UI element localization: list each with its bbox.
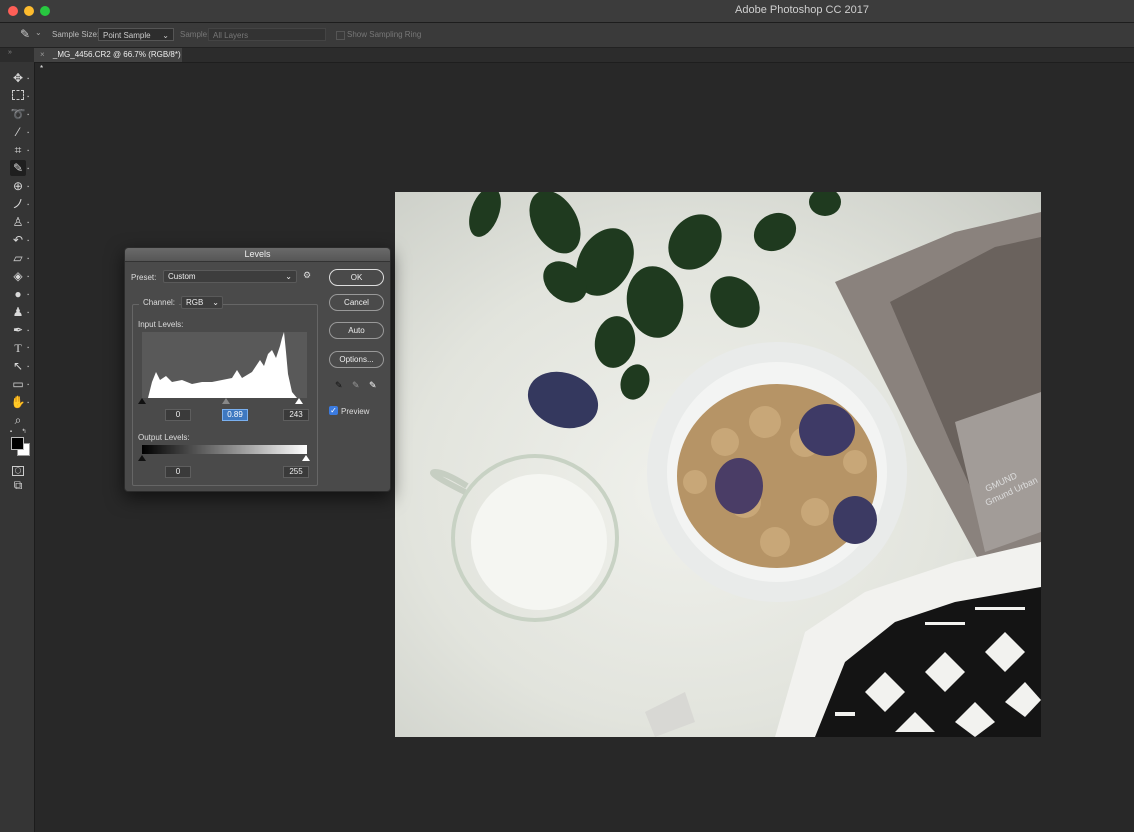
show-sampling-ring-checkbox[interactable]: [336, 31, 345, 40]
magic-wand-icon[interactable]: ⁄ ▪: [10, 124, 29, 140]
tools-panel: ✥ ▪ ▪ ➰ ▪ ⁄ ▪ ⌗ ▪ ✎ ▪ ⊕ ▪ ノ ▪ ♙ ▪ ↶ ▪ ▱ ▪ ◈ ▪ ● ▪ ♟ ▪…: [0, 62, 35, 832]
chevron-down-icon: ⌄: [212, 298, 219, 307]
close-tab-icon[interactable]: ×: [40, 50, 45, 59]
output-white-slider[interactable]: [302, 455, 310, 461]
blur-icon[interactable]: ● ▪: [10, 286, 29, 302]
quick-mask-icon[interactable]: ◯: [10, 460, 26, 476]
chevron-down-icon: ⌄: [162, 31, 169, 40]
document-tab-label: _MG_4456.CR2 @ 66.7% (RGB/8*) *: [40, 50, 181, 73]
paint-bucket-icon[interactable]: ◈ ▪: [10, 268, 29, 284]
gray-point-eyedropper-icon[interactable]: ✎: [352, 380, 360, 391]
preset-select[interactable]: Custom ⌄: [163, 270, 297, 283]
app-title: Adobe Photoshop CC 2017: [735, 4, 869, 16]
marquee-icon[interactable]: ▪: [10, 88, 29, 104]
eyedropper-icon[interactable]: ✎ ▪: [10, 160, 29, 176]
type-icon[interactable]: T ▪: [10, 340, 29, 356]
document-tab[interactable]: × _MG_4456.CR2 @ 66.7% (RGB/8*) *: [34, 48, 182, 73]
dialog-title: Levels: [125, 248, 390, 262]
ok-button[interactable]: OK: [329, 269, 384, 286]
screen-mode-icon[interactable]: ⧉: [10, 477, 26, 493]
shape-icon[interactable]: ▭ ▪: [10, 376, 29, 392]
preview-label: Preview: [341, 407, 370, 416]
pen-icon[interactable]: ✒ ▪: [10, 322, 29, 338]
auto-button[interactable]: Auto: [329, 322, 384, 339]
output-black-field[interactable]: 0: [165, 466, 191, 478]
preset-options-gear-icon[interactable]: ⚙: [303, 270, 311, 281]
chevron-down-icon[interactable]: ⌄: [35, 28, 42, 37]
photo-image: GMUND Gmund Urban: [430, 192, 1041, 737]
histogram-graph: [142, 332, 297, 398]
move-icon[interactable]: ✥ ▪: [10, 70, 29, 86]
sample-select[interactable]: All Layers: [208, 28, 326, 41]
output-white-field[interactable]: 255: [283, 466, 309, 478]
chevron-down-icon: ⌄: [285, 272, 292, 281]
sample-size-value: Point Sample: [103, 31, 151, 40]
title-bar: Adobe Photoshop CC 2017: [0, 0, 1134, 23]
channel-value: RGB: [186, 298, 204, 307]
output-levels-label: Output Levels:: [138, 433, 190, 442]
collapse-icon[interactable]: »: [8, 49, 12, 56]
lasso-icon[interactable]: ➰ ▪: [10, 106, 29, 122]
cancel-button[interactable]: Cancel: [329, 294, 384, 311]
history-brush-icon[interactable]: ↶ ▪: [10, 232, 29, 248]
hand-icon[interactable]: ✋ ▪: [10, 394, 29, 410]
document-tab-bar: » × _MG_4456.CR2 @ 66.7% (RGB/8*) *: [0, 48, 1134, 73]
histogram: [142, 332, 307, 398]
black-point-eyedropper-icon[interactable]: ✎: [335, 380, 343, 391]
input-gamma-field[interactable]: 0.89: [222, 409, 248, 421]
channel-select[interactable]: RGB ⌄: [181, 296, 223, 309]
eyedropper-tool-preset-icon[interactable]: ✎: [20, 27, 30, 41]
healing-icon[interactable]: ⊕ ▪: [10, 178, 29, 194]
brush-icon[interactable]: ノ ▪: [10, 196, 29, 212]
output-black-slider[interactable]: [138, 455, 146, 461]
stamp-icon[interactable]: ♙ ▪: [10, 214, 29, 230]
preview-checkbox[interactable]: ✓: [329, 406, 338, 415]
crop-icon[interactable]: ⌗ ▪: [10, 142, 29, 158]
path-select-icon[interactable]: ↖ ▪: [10, 358, 29, 374]
foreground-color-swatch[interactable]: [11, 437, 24, 450]
preset-label: Preset:: [131, 273, 157, 282]
show-sampling-ring-label: Show Sampling Ring: [347, 30, 422, 39]
sample-label: Sample:: [180, 30, 210, 39]
channel-label: Channel:: [139, 298, 180, 307]
levels-dialog: Levels Preset: Custom ⌄ ⚙ Channel: RGB ⌄…: [124, 247, 391, 492]
sample-value: All Layers: [213, 31, 249, 40]
input-gamma-slider[interactable]: [222, 398, 230, 404]
output-gradient-bar: [142, 445, 307, 454]
white-point-eyedropper-icon[interactable]: ✎: [369, 380, 377, 391]
sample-size-select[interactable]: Point Sample ⌄: [98, 28, 174, 41]
input-black-slider[interactable]: [138, 398, 146, 404]
preset-value: Custom: [168, 272, 196, 281]
input-levels-label: Input Levels:: [138, 320, 184, 329]
sample-size-label: Sample Size:: [52, 30, 100, 39]
options-button[interactable]: Options...: [329, 351, 384, 368]
document-canvas[interactable]: GMUND Gmund Urban: [395, 192, 1041, 737]
input-white-slider[interactable]: [295, 398, 303, 404]
options-bar: ✎ ⌄ Sample Size: Point Sample ⌄ Sample: …: [0, 23, 1134, 48]
input-white-field[interactable]: 243: [283, 409, 309, 421]
eraser-icon[interactable]: ▱ ▪: [10, 250, 29, 266]
dodge-icon[interactable]: ♟ ▪: [10, 304, 29, 320]
input-black-field[interactable]: 0: [165, 409, 191, 421]
